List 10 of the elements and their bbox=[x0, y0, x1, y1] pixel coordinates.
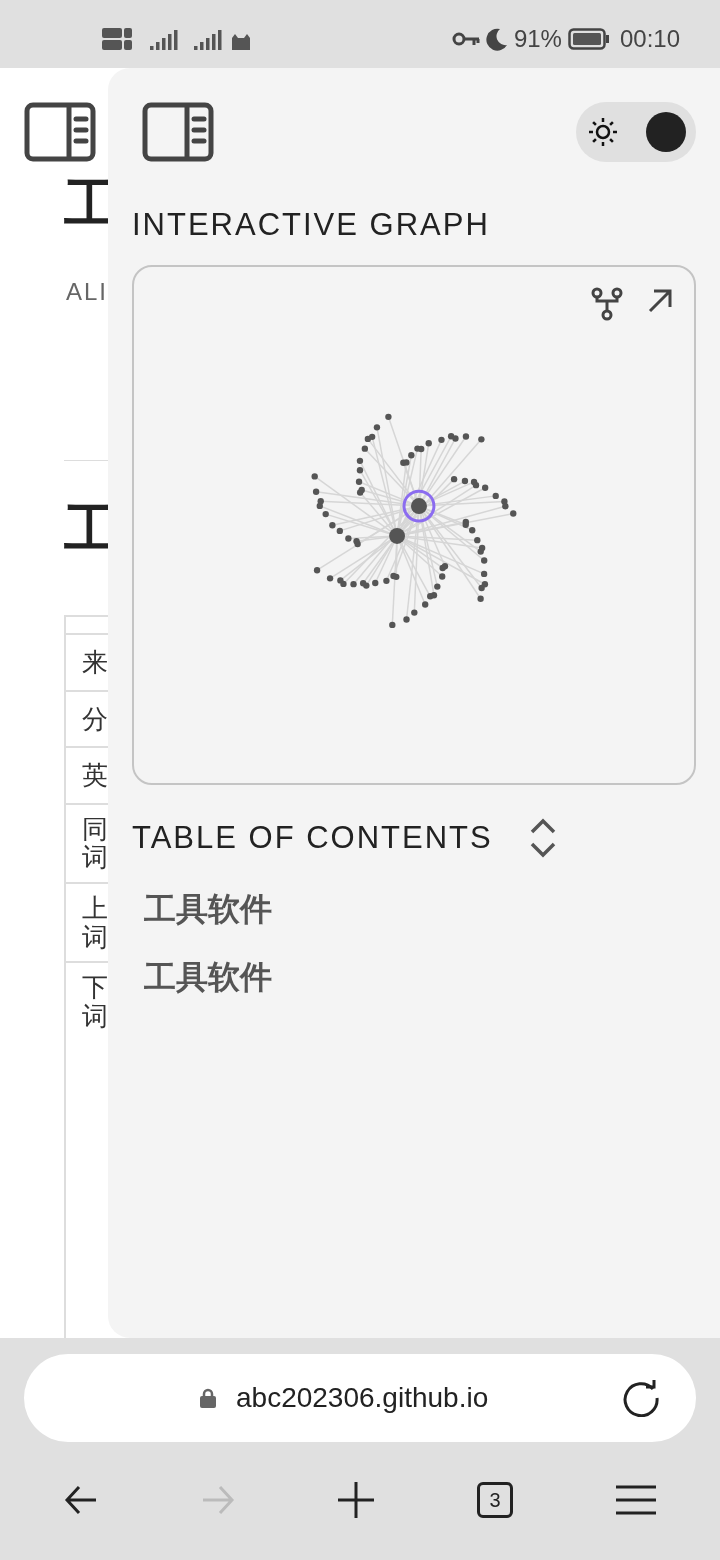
section-title: TABLE OF CONTENTS bbox=[132, 818, 493, 857]
toc-link[interactable]: 工具软件 bbox=[144, 885, 696, 933]
section-title: INTERACTIVE GRAPH bbox=[132, 206, 491, 244]
battery-percent: 91% bbox=[513, 24, 562, 54]
toc-link[interactable]: 工具软件 bbox=[144, 953, 696, 1001]
clock-time: 00:10 bbox=[619, 24, 680, 54]
page-subtitle: ALI bbox=[65, 277, 108, 307]
tab-count-button[interactable]: 3 bbox=[477, 1482, 513, 1518]
address-bar[interactable]: abc202306.github.io bbox=[24, 1354, 696, 1442]
url-text: abc202306.github.io bbox=[236, 1381, 489, 1415]
